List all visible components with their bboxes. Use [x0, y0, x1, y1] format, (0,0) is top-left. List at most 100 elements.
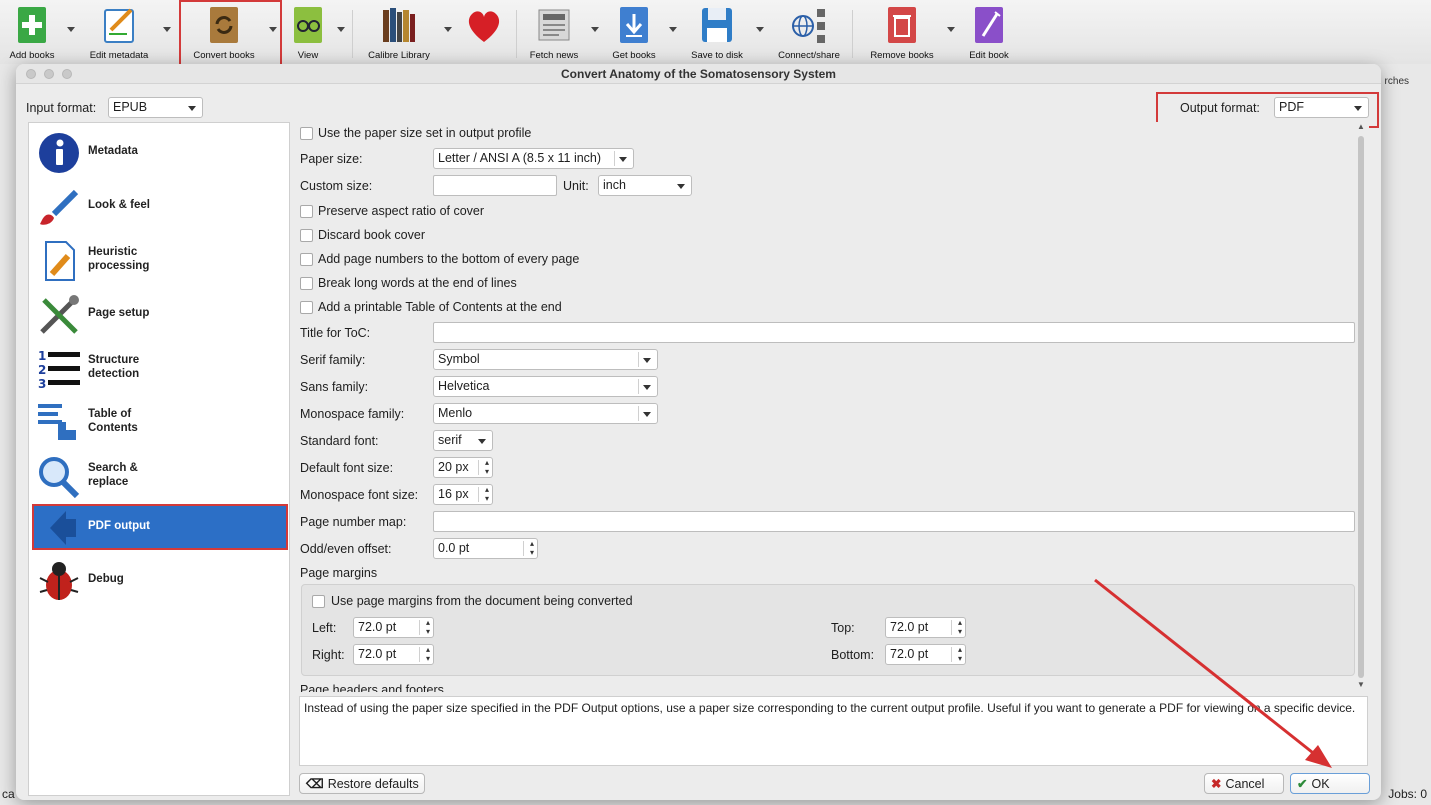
- search-replace-icon: [36, 454, 82, 500]
- odd-even-offset-spinner[interactable]: 0.0 pt: [433, 538, 538, 559]
- preserve-aspect-checkbox[interactable]: [300, 205, 313, 218]
- top-margin-label: Top:: [831, 621, 855, 635]
- toc-title-input[interactable]: [433, 322, 1355, 343]
- add-page-numbers-checkbox[interactable]: [300, 253, 313, 266]
- sidebar-item-table-of-contents[interactable]: Table of Contents: [32, 397, 286, 447]
- view-icon: [288, 4, 328, 46]
- unit-label: Unit:: [563, 179, 589, 193]
- top-margin-spinner[interactable]: 72.0 pt: [885, 617, 966, 638]
- metadata-info-icon: [36, 130, 82, 176]
- discard-cover-checkbox[interactable]: [300, 229, 313, 242]
- save-to-disk-button[interactable]: Save to disk: [684, 2, 750, 62]
- sidebar-label-metadata: Metadata: [88, 145, 138, 157]
- monospace-font-size-spinner[interactable]: 16 px: [433, 484, 493, 505]
- edit-metadata-button[interactable]: Edit metadata: [80, 2, 158, 62]
- paper-size-select[interactable]: Letter / ANSI A (8.5 x 11 inch): [433, 148, 634, 169]
- sidebar-item-debug[interactable]: Debug: [32, 555, 286, 605]
- edit-book-button[interactable]: Edit book: [960, 2, 1018, 62]
- sans-family-select[interactable]: Helvetica: [433, 376, 658, 397]
- sidebar-item-heuristic-processing[interactable]: Heuristic processing: [32, 235, 286, 285]
- get-books-label: Get books: [612, 50, 656, 61]
- sidebar-item-search-replace[interactable]: Search & replace: [32, 451, 286, 501]
- use-document-margins-checkbox[interactable]: [312, 595, 325, 608]
- sidebar-label-debug: Debug: [88, 573, 124, 585]
- add-books-dropdown[interactable]: [67, 27, 75, 32]
- input-format-select[interactable]: EPUB: [108, 97, 203, 118]
- standard-font-select[interactable]: serif: [433, 430, 493, 451]
- custom-size-input[interactable]: [433, 175, 557, 196]
- fetch-news-button[interactable]: Fetch news: [524, 2, 584, 62]
- view-dropdown[interactable]: [337, 27, 345, 32]
- sidebar-item-structure-detection[interactable]: 123 Structure detection: [32, 343, 286, 393]
- use-profile-paper-size-checkbox[interactable]: [300, 127, 313, 140]
- edit-metadata-icon: [99, 4, 139, 46]
- scroll-down-arrow[interactable]: ▼: [1357, 680, 1365, 689]
- save-to-disk-dropdown[interactable]: [756, 27, 764, 32]
- use-profile-paper-size-label: Use the paper size set in output profile: [318, 126, 532, 140]
- input-format-label: Input format:: [26, 101, 97, 115]
- scrollbar-thumb[interactable]: [1358, 136, 1364, 678]
- view-button[interactable]: View: [284, 2, 332, 62]
- output-format-select[interactable]: PDF: [1274, 97, 1369, 118]
- fetch-news-dropdown[interactable]: [591, 27, 599, 32]
- bottom-margin-label: Bottom:: [831, 648, 875, 662]
- default-font-size-spinner[interactable]: 20 px: [433, 457, 493, 478]
- options-scrollbar[interactable]: ▲ ▼: [1353, 122, 1369, 692]
- connect-share-icon: [789, 4, 829, 46]
- option-help-text: Instead of using the paper size specifie…: [299, 696, 1368, 766]
- add-books-label: Add books: [9, 50, 55, 61]
- restore-defaults-button[interactable]: ⌫ Restore defaults: [299, 773, 425, 794]
- calibre-library-label: Calibre Library: [368, 50, 430, 61]
- toolbar-separator: [352, 10, 353, 58]
- heuristic-processing-icon: [36, 238, 82, 284]
- save-to-disk-icon: [697, 4, 737, 46]
- cancel-button[interactable]: ✖ Cancel: [1204, 773, 1284, 794]
- right-margin-spinner[interactable]: 72.0 pt: [353, 644, 434, 665]
- bottom-margin-spinner[interactable]: 72.0 pt: [885, 644, 966, 665]
- serif-family-select[interactable]: Symbol: [433, 349, 658, 370]
- edit-metadata-label: Edit metadata: [89, 50, 149, 61]
- sans-family-label: Sans family:: [300, 380, 369, 394]
- get-books-button[interactable]: Get books: [605, 2, 663, 62]
- sidebar-label-structure-detection: Structure detection: [88, 354, 140, 380]
- left-margin-spinner[interactable]: 72.0 pt: [353, 617, 434, 638]
- calibre-library-button[interactable]: Calibre Library: [360, 2, 438, 62]
- break-long-words-checkbox[interactable]: [300, 277, 313, 290]
- ok-button[interactable]: ✔ OK: [1290, 773, 1370, 794]
- add-books-icon: [12, 4, 52, 46]
- add-books-button[interactable]: Add books: [2, 2, 62, 62]
- look-and-feel-brush-icon: [36, 184, 82, 230]
- restore-defaults-label: Restore defaults: [327, 777, 419, 791]
- sidebar-item-page-setup[interactable]: Page setup: [32, 289, 286, 339]
- scroll-up-arrow[interactable]: ▲: [1357, 122, 1365, 131]
- background-searches-label: rches: [1384, 76, 1409, 87]
- sidebar-item-look-and-feel[interactable]: Look & feel: [32, 181, 286, 231]
- odd-even-offset-label: Odd/even offset:: [300, 542, 392, 556]
- add-page-numbers-label: Add page numbers to the bottom of every …: [318, 252, 580, 266]
- connect-share-button[interactable]: Connect/share: [772, 2, 846, 62]
- donate-heart-button[interactable]: [456, 2, 512, 62]
- calibre-library-dropdown[interactable]: [444, 27, 452, 32]
- edit-metadata-dropdown[interactable]: [163, 27, 171, 32]
- get-books-dropdown[interactable]: [669, 27, 677, 32]
- sidebar-label-table-of-contents: Table of Contents: [88, 408, 138, 434]
- sidebar-label-search-replace: Search & replace: [88, 462, 138, 488]
- dialog-titlebar: Convert Anatomy of the Somatosensory Sys…: [16, 64, 1381, 84]
- remove-books-dropdown[interactable]: [947, 27, 955, 32]
- remove-books-button[interactable]: Remove books: [862, 2, 942, 62]
- left-margin-label: Left:: [312, 621, 337, 635]
- page-margins-group: Use page margins from the document being…: [301, 584, 1355, 676]
- monospace-family-select[interactable]: Menlo: [433, 403, 658, 424]
- right-margin-label: Right:: [312, 648, 345, 662]
- add-toc-checkbox[interactable]: [300, 301, 313, 314]
- heart-icon: [464, 4, 504, 46]
- output-format-label: Output format:: [1180, 101, 1260, 115]
- sidebar-item-metadata[interactable]: Metadata: [32, 127, 286, 177]
- save-to-disk-label: Save to disk: [691, 50, 743, 61]
- pdf-output-options-panel: Use the paper size set in output profile…: [297, 122, 1369, 692]
- add-toc-label: Add a printable Table of Contents at the…: [318, 300, 562, 314]
- jobs-status[interactable]: Jobs: 0: [1388, 787, 1427, 801]
- unit-select[interactable]: inch: [598, 175, 692, 196]
- page-number-map-input[interactable]: [433, 511, 1355, 532]
- cancel-label: Cancel: [1225, 777, 1265, 791]
